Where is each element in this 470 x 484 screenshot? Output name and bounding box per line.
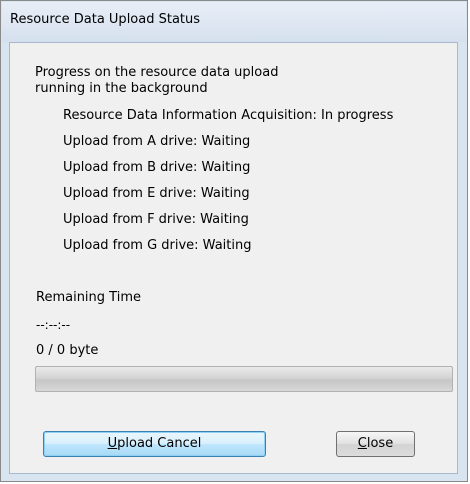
- remaining-time-value: --:--:--: [36, 318, 71, 332]
- upload-cancel-button[interactable]: Upload Cancel: [43, 431, 266, 457]
- dialog-window: Resource Data Upload Status Progress on …: [0, 0, 468, 482]
- bytes-progress-text: 0 / 0 byte: [36, 343, 99, 358]
- progress-heading-line-2: running in the background: [35, 81, 208, 96]
- upload-status-list: Resource Data Information Acquisition: I…: [63, 108, 393, 264]
- close-accelerator: C: [357, 436, 367, 451]
- status-item-drive-f: Upload from F drive: Waiting: [63, 212, 249, 227]
- upload-cancel-label: pload Cancel: [117, 436, 202, 451]
- status-item-drive-e: Upload from E drive: Waiting: [63, 186, 250, 201]
- status-item-drive-b: Upload from B drive: Waiting: [63, 160, 251, 175]
- upload-cancel-accelerator: U: [107, 436, 118, 451]
- status-item-drive-a: Upload from A drive: Waiting: [63, 134, 251, 149]
- window-title: Resource Data Upload Status: [10, 12, 201, 27]
- status-item-info-acquisition: Resource Data Information Acquisition: I…: [63, 108, 394, 123]
- status-item-drive-g: Upload from G drive: Waiting: [63, 238, 252, 253]
- title-bar[interactable]: Resource Data Upload Status: [2, 2, 466, 42]
- progress-heading-line-1: Progress on the resource data upload: [35, 65, 279, 80]
- close-button[interactable]: Close: [336, 431, 415, 457]
- remaining-time-label: Remaining Time: [36, 290, 141, 305]
- dialog-body: Progress on the resource data upload run…: [9, 42, 458, 474]
- progress-heading: Progress on the resource data upload run…: [35, 65, 278, 97]
- close-label: lose: [366, 436, 394, 451]
- upload-progress-bar: [35, 366, 453, 392]
